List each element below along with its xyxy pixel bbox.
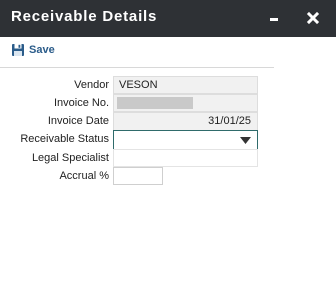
invoice-no-label: Invoice No. (53, 97, 109, 109)
vendor-field: VESON (113, 76, 258, 94)
toolbar: Save (0, 37, 274, 68)
floppy-disk-icon (12, 44, 24, 56)
invoice-date-label: Invoice Date (47, 115, 109, 127)
accrual-label: Accrual % (59, 170, 109, 182)
close-button[interactable] (298, 0, 328, 37)
window-titlebar: Receivable Details (0, 0, 336, 37)
close-icon (306, 11, 320, 25)
minimize-icon (270, 18, 278, 21)
redacted-invoice-number (117, 97, 193, 109)
accrual-percent-input[interactable] (113, 167, 163, 185)
receivable-status-select[interactable] (113, 130, 258, 150)
window-title: Receivable Details (11, 8, 158, 25)
invoice-date-field: 31/01/25 (113, 112, 258, 131)
chevron-down-icon (240, 137, 251, 144)
legal-specialist-label: Legal Specialist (31, 152, 109, 164)
invoice-no-field (113, 94, 258, 112)
vendor-label: Vendor (74, 79, 109, 91)
legal-specialist-field[interactable] (113, 149, 258, 167)
save-button[interactable]: Save (12, 42, 55, 58)
receivable-status-label: Receivable Status (20, 133, 109, 145)
save-label: Save (29, 44, 55, 56)
minimize-button[interactable] (260, 0, 290, 37)
